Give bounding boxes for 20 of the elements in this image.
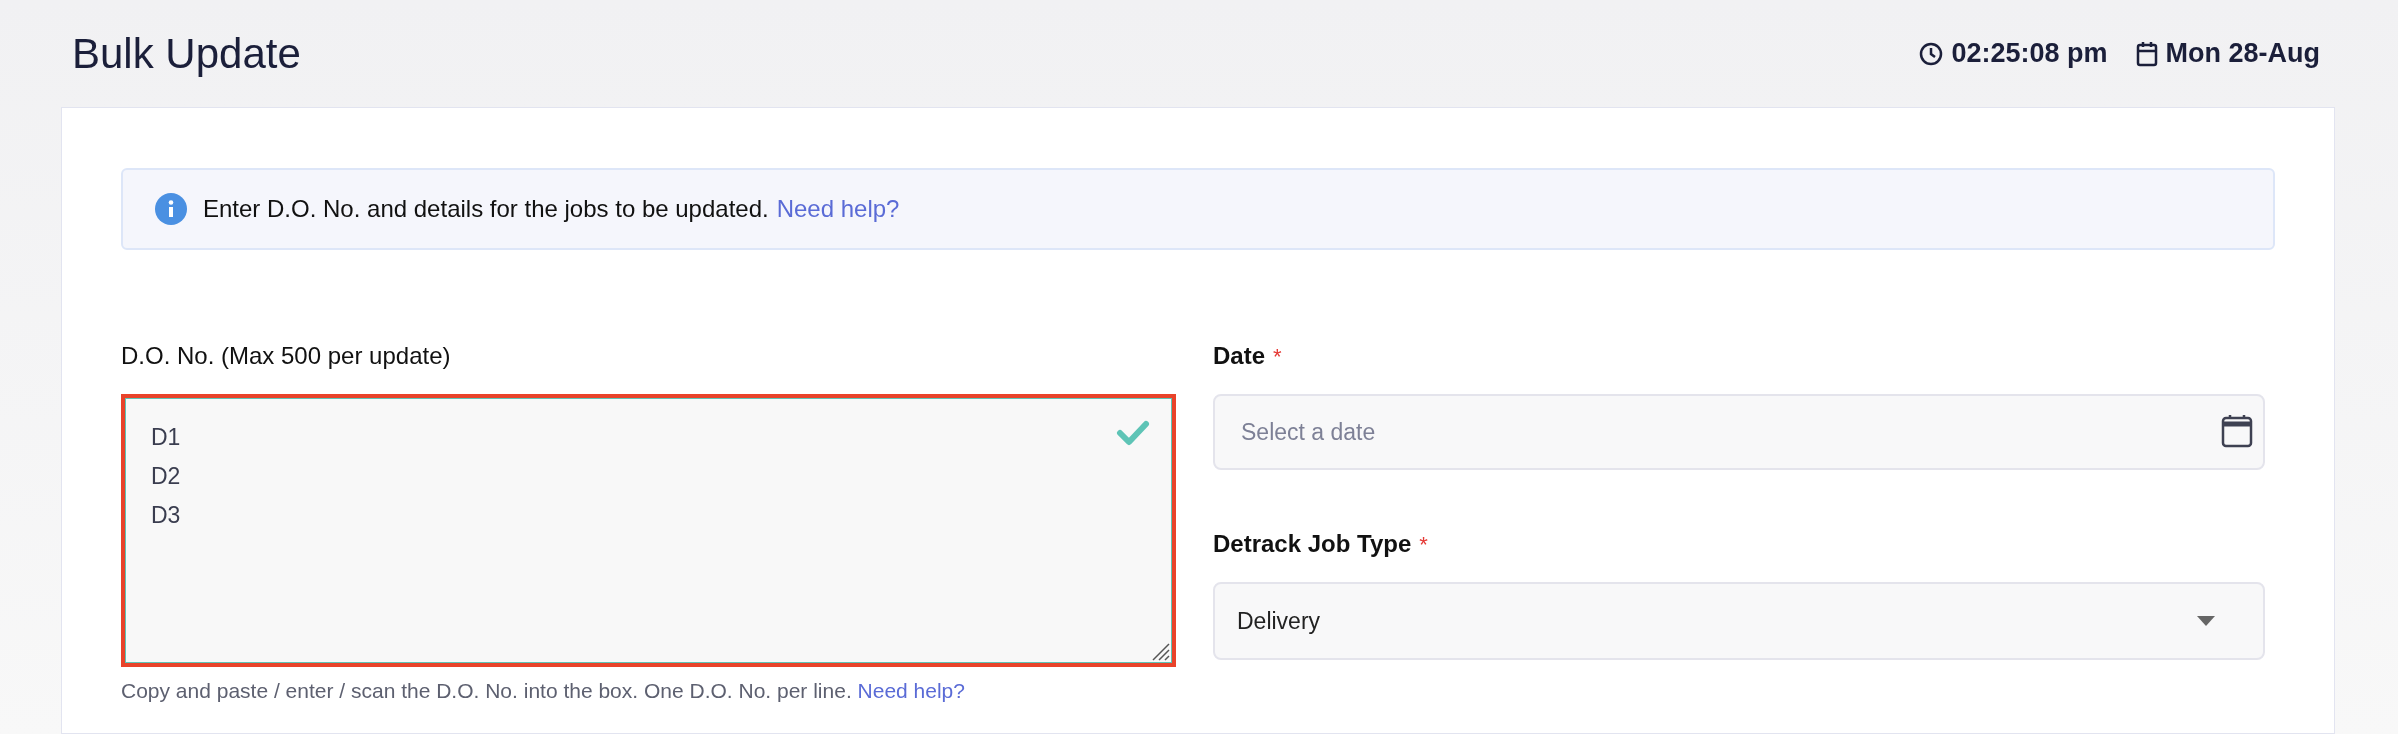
calendar-icon <box>2135 40 2158 67</box>
hint-text: Copy and paste / enter / scan the D.O. No. into the box. One D.O. No. per line. <box>121 679 852 702</box>
required-asterisk: * <box>1419 531 1428 559</box>
do-number-textarea[interactable]: D1 D2 D3 <box>121 394 1176 667</box>
help-link[interactable]: Need help? <box>857 679 965 702</box>
info-icon <box>155 193 187 225</box>
page-title: Bulk Update <box>72 29 301 79</box>
date-label: Date <box>1213 341 1266 371</box>
calendar-icon[interactable] <box>2221 414 2253 448</box>
job-type-label: Detrack Job Type <box>1213 529 1412 559</box>
current-date: Mon 28-Aug <box>2165 37 2320 71</box>
do-number-label: D.O. No. (Max 500 per update) <box>121 342 451 369</box>
info-text: Enter D.O. No. and details for the jobs to be updated. <box>203 194 769 224</box>
caret-icon <box>2197 616 2215 626</box>
help-link[interactable]: Need help? <box>776 191 900 227</box>
job-type-select[interactable]: Delivery <box>1213 582 2265 660</box>
clock-icon <box>1919 41 1944 66</box>
required-asterisk: * <box>1273 343 1282 371</box>
date-field[interactable]: Select a date <box>1213 394 2265 470</box>
current-time: 02:25:08 pm <box>1951 37 2108 71</box>
